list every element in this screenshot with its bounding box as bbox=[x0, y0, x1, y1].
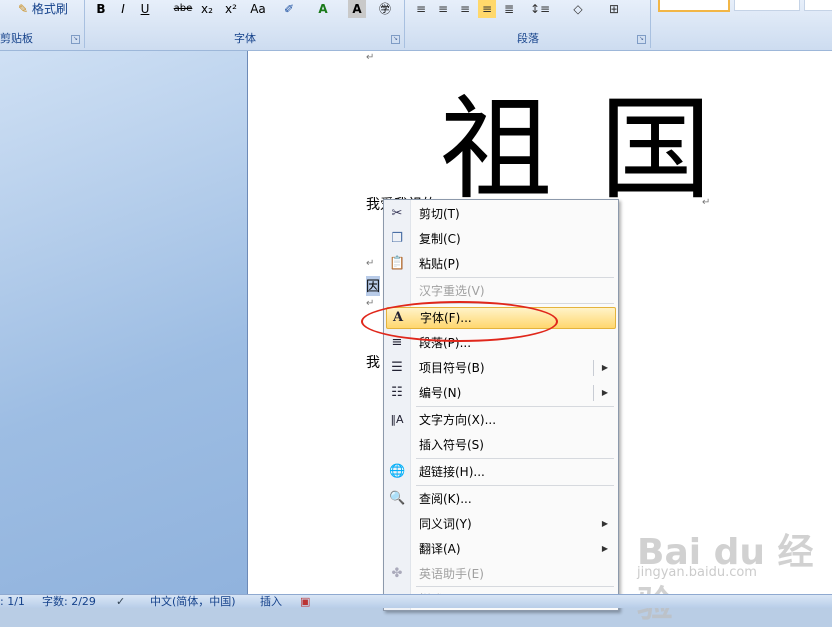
menu-item-copy[interactable]: ❐ 复制(C) bbox=[386, 228, 616, 250]
paragraph-group-label: 段落 bbox=[517, 32, 539, 45]
lookup-icon: 🔍 bbox=[389, 491, 406, 506]
menu-item-lookup[interactable]: 🔍 查阅(K)... bbox=[386, 488, 616, 510]
context-menu: ✂ 剪切(T) ❐ 复制(C) 📋 粘贴(P) 汉字重选(V) A 字体(F).… bbox=[383, 199, 619, 611]
submenu-arrow-icon: ▶ bbox=[601, 388, 608, 397]
status-language[interactable]: 中文(简体，中国) bbox=[150, 595, 236, 608]
font-color-icon[interactable]: A bbox=[314, 0, 332, 18]
paragraph-dialog-launcher[interactable]: ↘ bbox=[637, 35, 646, 44]
proofing-icon[interactable]: ✓ bbox=[116, 595, 125, 608]
strikethrough-button[interactable]: abe bbox=[172, 0, 194, 18]
status-words[interactable]: 字数: 2/29 bbox=[42, 595, 96, 608]
submenu-arrow-icon: ▶ bbox=[601, 519, 608, 528]
clipboard-dialog-launcher[interactable]: ↘ bbox=[71, 35, 80, 44]
format-painter-button[interactable]: ✎ 格式刷 bbox=[18, 0, 78, 18]
style-no-spacing[interactable] bbox=[734, 0, 800, 11]
highlight-color-icon[interactable]: ✐ bbox=[280, 0, 298, 18]
selected-text[interactable]: 因 bbox=[366, 276, 380, 296]
paragraph-mark: ↵ bbox=[702, 197, 711, 208]
numbering-icon: ☷ bbox=[391, 385, 403, 400]
document-line[interactable]: 我 bbox=[366, 352, 380, 372]
menu-item-reconvert[interactable]: 汉字重选(V) bbox=[386, 280, 616, 302]
underline-button[interactable]: U bbox=[136, 0, 154, 18]
align-left-icon[interactable]: ≡ bbox=[412, 0, 430, 18]
annotation-ellipse bbox=[361, 301, 558, 342]
menu-item-label: 汉字重选(V) bbox=[419, 284, 485, 298]
status-page[interactable]: 页面: 1/1 bbox=[0, 595, 25, 608]
menu-item-paste[interactable]: 📋 粘贴(P) bbox=[386, 253, 616, 275]
paragraph-mark: ↵ bbox=[366, 298, 375, 309]
macro-record-icon[interactable]: ▣ bbox=[300, 595, 310, 608]
ribbon: ✎ 格式刷 剪贴板 ↘ B I U abe x₂ x² Aa ✐ A A ㊫ 字… bbox=[0, 0, 832, 51]
style-normal[interactable] bbox=[658, 0, 730, 12]
menu-item-insert-symbol[interactable]: 插入符号(S) bbox=[386, 434, 616, 456]
paragraph-mark: ↵ bbox=[366, 258, 375, 269]
menu-item-bullets[interactable]: ☰ 项目符号(B) ▶ bbox=[386, 357, 616, 379]
english-assistant-icon: ✤ bbox=[391, 566, 403, 581]
menu-item-label: 项目符号(B) bbox=[419, 361, 485, 375]
character-shading-icon[interactable]: A bbox=[348, 0, 366, 18]
line-spacing-icon[interactable]: ↕≡ bbox=[528, 0, 552, 18]
submenu-divider bbox=[593, 360, 594, 376]
menu-separator bbox=[416, 277, 614, 278]
menu-item-label: 粘贴(P) bbox=[419, 257, 460, 271]
menu-item-label: 英语助手(E) bbox=[419, 567, 484, 581]
menu-item-numbering[interactable]: ☷ 编号(N) ▶ bbox=[386, 382, 616, 404]
bullets-icon: ☰ bbox=[391, 360, 403, 375]
submenu-arrow-icon: ▶ bbox=[601, 363, 608, 372]
menu-item-text-direction[interactable]: ‖A 文字方向(X)... bbox=[386, 409, 616, 431]
hyperlink-icon: 🌐 bbox=[389, 464, 406, 479]
menu-separator bbox=[416, 406, 614, 407]
distributed-icon[interactable]: ≣ bbox=[500, 0, 518, 18]
style-heading[interactable] bbox=[804, 0, 832, 11]
menu-item-label: 同义词(Y) bbox=[419, 517, 472, 531]
paragraph-mark: ↵ bbox=[366, 52, 375, 63]
font-dialog-launcher[interactable]: ↘ bbox=[391, 35, 400, 44]
text-direction-icon: ‖A bbox=[390, 413, 404, 426]
change-case-button[interactable]: Aa bbox=[246, 0, 270, 18]
menu-item-hyperlink[interactable]: 🌐 超链接(H)... bbox=[386, 461, 616, 483]
styles-group bbox=[652, 0, 832, 48]
scissors-icon: ✂ bbox=[391, 206, 403, 221]
brush-icon: ✎ bbox=[18, 2, 29, 16]
italic-button[interactable]: I bbox=[114, 0, 132, 18]
justify-icon[interactable]: ≡ bbox=[478, 0, 496, 18]
shading-icon[interactable]: ◇ bbox=[566, 0, 590, 18]
menu-item-label: 复制(C) bbox=[419, 232, 461, 246]
menu-item-label: 编号(N) bbox=[419, 386, 462, 400]
submenu-arrow-icon: ▶ bbox=[601, 544, 608, 553]
clipboard-group: ✎ 格式刷 剪贴板 ↘ bbox=[0, 0, 85, 48]
menu-separator bbox=[416, 458, 614, 459]
watermark-url: jingyan.baidu.com bbox=[637, 565, 757, 580]
paragraph-group: ≡ ≡ ≡ ≡ ≣ ↕≡ ◇ ⊞ 段落 ↘ bbox=[406, 0, 651, 48]
bold-button[interactable]: B bbox=[92, 0, 110, 18]
menu-item-label: 剪切(T) bbox=[419, 207, 460, 221]
paste-icon: 📋 bbox=[389, 256, 406, 271]
font-group-label: 字体 bbox=[234, 32, 256, 45]
menu-item-label: 超链接(H)... bbox=[419, 465, 485, 479]
enclosed-character-icon[interactable]: ㊫ bbox=[376, 0, 394, 18]
status-bar: 页面: 1/1 字数: 2/29 ✓ 中文(简体，中国) 插入 ▣ bbox=[0, 594, 832, 608]
menu-item-label: 文字方向(X)... bbox=[419, 413, 497, 427]
borders-icon[interactable]: ⊞ bbox=[602, 0, 626, 18]
menu-separator bbox=[416, 586, 614, 587]
format-painter-label: 格式刷 bbox=[31, 2, 68, 16]
menu-item-synonyms[interactable]: 同义词(Y) ▶ bbox=[386, 513, 616, 535]
menu-separator bbox=[416, 485, 614, 486]
menu-item-label: 插入符号(S) bbox=[419, 438, 484, 452]
menu-item-translate[interactable]: 翻译(A) ▶ bbox=[386, 538, 616, 560]
align-right-icon[interactable]: ≡ bbox=[456, 0, 474, 18]
submenu-divider bbox=[593, 385, 594, 401]
menu-item-english-assistant[interactable]: ✤ 英语助手(E) bbox=[386, 563, 616, 585]
subscript-button[interactable]: x₂ bbox=[198, 0, 216, 18]
menu-item-cut[interactable]: ✂ 剪切(T) bbox=[386, 203, 616, 225]
menu-item-label: 翻译(A) bbox=[419, 542, 461, 556]
status-mode[interactable]: 插入 bbox=[260, 595, 282, 608]
font-group: B I U abe x₂ x² Aa ✐ A A ㊫ 字体 ↘ bbox=[86, 0, 405, 48]
copy-icon: ❐ bbox=[391, 231, 403, 246]
menu-item-label: 查阅(K)... bbox=[419, 492, 472, 506]
superscript-button[interactable]: x² bbox=[222, 0, 240, 18]
align-center-icon[interactable]: ≡ bbox=[434, 0, 452, 18]
